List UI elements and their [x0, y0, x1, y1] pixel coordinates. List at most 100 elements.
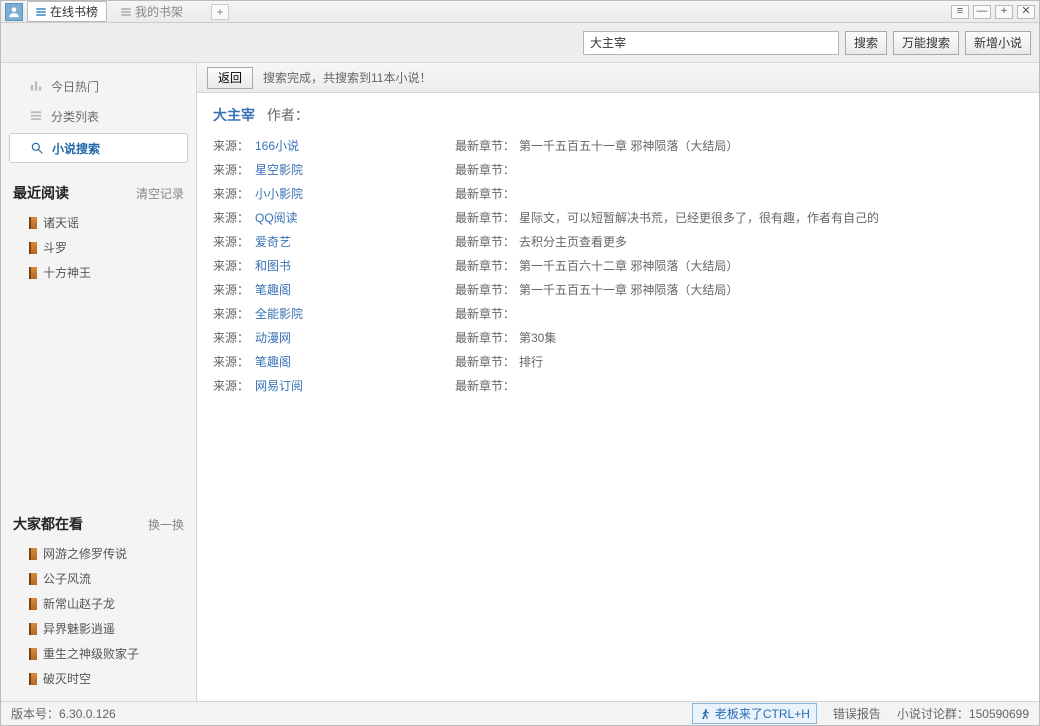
list-item[interactable]: 网游之修罗传说	[11, 541, 186, 566]
everyone-reading-section: 大家都在看 换一换 网游之修罗传说公子风流新常山赵子龙异界魅影逍遥重生之神级败家…	[1, 510, 196, 691]
list-item[interactable]: 十方神王	[11, 260, 186, 285]
book-name: 诸天谣	[43, 214, 79, 231]
source-name[interactable]: 笔趣阁	[255, 281, 455, 298]
book-icon	[29, 623, 37, 635]
sidebar: 今日热门 分类列表 小说搜索 最近阅读 清空记录 诸天谣斗罗十方神王	[1, 63, 197, 701]
minimize-button[interactable]: —	[973, 5, 991, 19]
section-title: 大家都在看	[13, 514, 83, 534]
source-row[interactable]: 来源：166小说最新章节：第一千五百五十一章 邪神陨落（大结局）	[213, 133, 1023, 157]
source-row[interactable]: 来源：全能影院最新章节：	[213, 301, 1023, 325]
source-label: 来源：	[213, 185, 255, 202]
source-table: 来源：166小说最新章节：第一千五百五十一章 邪神陨落（大结局）来源：星空影院最…	[197, 133, 1039, 397]
source-name[interactable]: 小小影院	[255, 185, 455, 202]
list-item[interactable]: 异界魅影逍遥	[11, 616, 186, 641]
novel-header: 大主宰 作者：	[197, 93, 1039, 133]
bar-chart-icon	[29, 79, 43, 93]
book-icon	[29, 548, 37, 560]
source-name[interactable]: 网易订阅	[255, 377, 455, 394]
book-icon	[29, 217, 37, 229]
source-name[interactable]: 笔趣阁	[255, 353, 455, 370]
source-row[interactable]: 来源：QQ阅读最新章节：星际文，可以短暂解决书荒，已经更很多了，很有趣，作者有自…	[213, 205, 1023, 229]
clear-records-link[interactable]: 清空记录	[136, 185, 184, 202]
source-label: 来源：	[213, 233, 255, 250]
maximize-button[interactable]: +	[995, 5, 1013, 19]
novel-title[interactable]: 大主宰	[213, 107, 255, 123]
source-label: 来源：	[213, 305, 255, 322]
chapter-label: 最新章节：	[455, 161, 519, 178]
list-item[interactable]: 重生之神级败家子	[11, 641, 186, 666]
avatar-icon[interactable]	[5, 3, 23, 21]
swap-link[interactable]: 换一换	[148, 516, 184, 533]
chapter-value: 第30集	[519, 329, 1023, 346]
book-icon	[29, 242, 37, 254]
discussion-group: 小说讨论群：150590699	[897, 705, 1029, 722]
recent-read-section: 最近阅读 清空记录 诸天谣斗罗十方神王	[1, 179, 196, 285]
chapter-label: 最新章节：	[455, 209, 519, 226]
chapter-label: 最新章节：	[455, 305, 519, 322]
chapter-value: 去积分主页查看更多	[519, 233, 1023, 250]
error-report-link[interactable]: 错误报告	[833, 705, 881, 722]
list-item[interactable]: 新常山赵子龙	[11, 591, 186, 616]
source-row[interactable]: 来源：动漫网最新章节：第30集	[213, 325, 1023, 349]
source-name[interactable]: QQ阅读	[255, 209, 455, 226]
chapter-label: 最新章节：	[455, 233, 519, 250]
settings-icon[interactable]: ≡	[951, 5, 969, 19]
list-item[interactable]: 公子风流	[11, 566, 186, 591]
chapter-label: 最新章节：	[455, 281, 519, 298]
source-name[interactable]: 全能影院	[255, 305, 455, 322]
search-icon	[30, 141, 44, 155]
add-novel-button[interactable]: 新增小说	[965, 31, 1031, 55]
source-row[interactable]: 来源：笔趣阁最新章节：排行	[213, 349, 1023, 373]
list-item[interactable]: 破灭时空	[11, 666, 186, 691]
source-row[interactable]: 来源：小小影院最新章节：	[213, 181, 1023, 205]
book-icon	[29, 267, 37, 279]
boss-key-button[interactable]: 老板来了CTRL+H	[692, 703, 817, 724]
sidebar-item-label: 分类列表	[51, 108, 99, 125]
source-name[interactable]: 星空影院	[255, 161, 455, 178]
source-label: 来源：	[213, 281, 255, 298]
list-icon	[29, 109, 43, 123]
close-button[interactable]: ✕	[1017, 5, 1035, 19]
result-header: 返回 搜索完成，共搜索到11本小说！	[197, 63, 1039, 93]
source-row[interactable]: 来源：爱奇艺最新章节：去积分主页查看更多	[213, 229, 1023, 253]
source-label: 来源：	[213, 377, 255, 394]
source-name[interactable]: 动漫网	[255, 329, 455, 346]
book-icon	[29, 648, 37, 660]
search-input[interactable]	[583, 31, 839, 55]
tab-my-shelf[interactable]: 我的书架	[113, 2, 191, 21]
book-icon	[29, 673, 37, 685]
version-text: 版本号：6.30.0.126	[11, 705, 116, 722]
chapter-value: 第一千五百六十二章 邪神陨落（大结局）	[519, 257, 1023, 274]
source-row[interactable]: 来源：和图书最新章节：第一千五百六十二章 邪神陨落（大结局）	[213, 253, 1023, 277]
source-row[interactable]: 来源：星空影院最新章节：	[213, 157, 1023, 181]
list-item[interactable]: 斗罗	[11, 235, 186, 260]
source-name[interactable]: 和图书	[255, 257, 455, 274]
source-row[interactable]: 来源：网易订阅最新章节：	[213, 373, 1023, 397]
tab-online-ranking[interactable]: 在线书榜	[27, 1, 107, 22]
source-label: 来源：	[213, 209, 255, 226]
search-button[interactable]: 搜索	[845, 31, 887, 55]
section-title: 最近阅读	[13, 183, 69, 203]
author-label: 作者：	[267, 107, 309, 123]
sidebar-item-label: 今日热门	[51, 78, 99, 95]
book-name: 斗罗	[43, 239, 67, 256]
main-content: 返回 搜索完成，共搜索到11本小说！ 大主宰 作者： 来源：166小说最新章节：…	[197, 63, 1039, 701]
book-name: 新常山赵子龙	[43, 595, 115, 612]
source-name[interactable]: 爱奇艺	[255, 233, 455, 250]
sidebar-item-search[interactable]: 小说搜索	[9, 133, 188, 163]
chapter-label: 最新章节：	[455, 257, 519, 274]
back-button[interactable]: 返回	[207, 67, 253, 89]
sidebar-item-today-hot[interactable]: 今日热门	[1, 71, 196, 101]
chapter-label: 最新章节：	[455, 329, 519, 346]
chapter-value: 第一千五百五十一章 邪神陨落（大结局）	[519, 137, 1023, 154]
tab-add-button[interactable]: +	[211, 4, 229, 20]
titlebar: 在线书榜 我的书架 + ≡ — + ✕	[1, 1, 1039, 23]
statusbar: 版本号：6.30.0.126 老板来了CTRL+H 错误报告 小说讨论群：150…	[1, 701, 1039, 725]
list-item[interactable]: 诸天谣	[11, 210, 186, 235]
source-label: 来源：	[213, 353, 255, 370]
source-row[interactable]: 来源：笔趣阁最新章节：第一千五百五十一章 邪神陨落（大结局）	[213, 277, 1023, 301]
chapter-value: 星际文，可以短暂解决书荒，已经更很多了，很有趣，作者有自己的	[519, 209, 1023, 226]
sidebar-item-category[interactable]: 分类列表	[1, 101, 196, 131]
super-search-button[interactable]: 万能搜索	[893, 31, 959, 55]
source-name[interactable]: 166小说	[255, 137, 455, 154]
